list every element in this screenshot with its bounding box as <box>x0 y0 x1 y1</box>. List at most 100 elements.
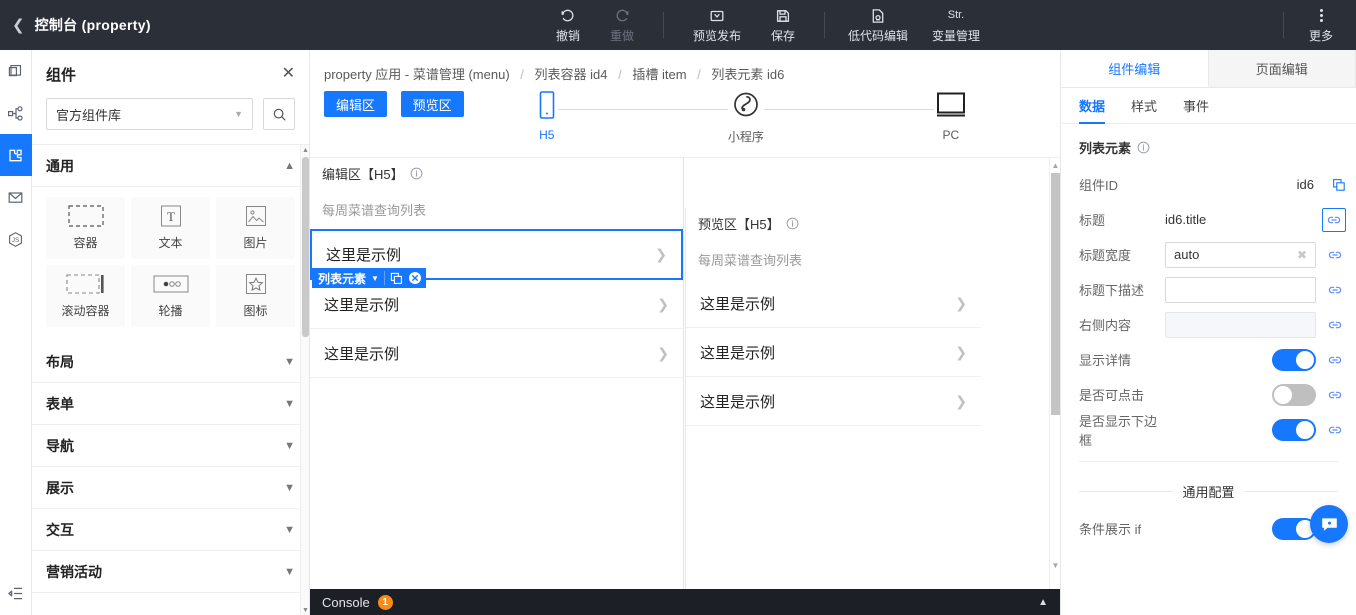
chevron-down-icon[interactable]: ▼ <box>371 274 379 283</box>
tab-page-edit[interactable]: 页面编辑 <box>1208 50 1356 87</box>
variable-manage-button[interactable]: Str. 变量管理 <box>917 2 995 48</box>
undo-button[interactable]: 撤销 <box>541 2 595 48</box>
component-tile-image[interactable]: 图片 <box>216 197 295 259</box>
redo-button[interactable]: 重做 <box>595 2 649 48</box>
component-tile-container[interactable]: 容器 <box>46 197 125 259</box>
toolbar-divider-1 <box>663 12 664 38</box>
info-icon[interactable] <box>1137 141 1150 154</box>
device-h5[interactable]: H5 <box>536 91 558 142</box>
subtab-data[interactable]: 数据 <box>1079 88 1106 124</box>
info-icon[interactable] <box>786 217 799 230</box>
device-pc[interactable]: PC <box>934 91 968 142</box>
link-icon[interactable] <box>1324 419 1346 441</box>
rail-item-js[interactable]: JS <box>0 218 32 260</box>
show-detail-toggle[interactable] <box>1272 348 1316 371</box>
toggle-knob <box>1274 385 1292 404</box>
field-title-width: 标题宽度 auto ✖ <box>1061 237 1356 272</box>
group-header-general[interactable]: 通用 ▲ <box>32 145 309 187</box>
group-header-marketing[interactable]: 营销活动 ▼ <box>32 551 309 593</box>
chevron-up-icon[interactable]: ▲ <box>1038 597 1048 608</box>
group-header-nav[interactable]: 导航 ▼ <box>32 425 309 467</box>
chat-support-button[interactable] <box>1310 505 1348 543</box>
clear-icon[interactable]: ✖ <box>1297 248 1307 262</box>
list-item[interactable]: 这里是示例 ❯ <box>686 377 981 426</box>
device-connector-line <box>763 109 934 110</box>
monitor-icon <box>934 91 968 123</box>
list-item[interactable]: 这里是示例 ❯ <box>686 279 981 328</box>
lowcode-edit-button[interactable]: 低代码编辑 <box>839 2 917 48</box>
rail-item-tree[interactable] <box>0 92 32 134</box>
copy-icon[interactable] <box>1332 178 1346 192</box>
preview-area-button[interactable]: 预览区 <box>400 91 464 117</box>
title-description-input[interactable] <box>1165 276 1316 303</box>
library-select[interactable]: 官方组件库 ▼ <box>46 98 253 130</box>
group-header-display[interactable]: 展示 ▼ <box>32 467 309 509</box>
copy-icon[interactable] <box>390 272 403 285</box>
list-item[interactable]: 这里是示例 ❯ <box>310 329 683 378</box>
search-icon <box>272 107 287 122</box>
group-header-interaction[interactable]: 交互 ▼ <box>32 509 309 551</box>
component-tile-text[interactable]: T 文本 <box>131 197 210 259</box>
edit-pane-header: 编辑区【H5】 <box>310 158 683 188</box>
component-tile-carousel[interactable]: 轮播 <box>131 265 210 327</box>
close-icon[interactable]: ✕ <box>282 66 295 82</box>
link-icon[interactable] <box>1324 384 1346 406</box>
rail-item-pages[interactable] <box>0 50 32 92</box>
show-bottom-border-toggle[interactable] <box>1272 418 1316 441</box>
components-panel-scrollbar[interactable]: ▲ ▼ <box>300 145 309 615</box>
more-button[interactable]: 更多 <box>1294 2 1348 48</box>
components-icon <box>7 147 24 164</box>
console-bar[interactable]: Console 1 ▲ <box>310 589 1060 615</box>
area-buttons: 编辑区 预览区 <box>324 91 464 117</box>
chevron-down-icon: ▼ <box>284 481 295 494</box>
scroll-down-icon[interactable]: ▼ <box>301 605 309 615</box>
link-icon[interactable] <box>1324 279 1346 301</box>
selection-divider <box>383 271 385 285</box>
link-icon[interactable] <box>1324 314 1346 336</box>
chevron-down-icon: ▼ <box>284 397 295 410</box>
breadcrumb-item-slot[interactable]: 插槽 item <box>632 67 686 82</box>
link-icon[interactable] <box>1322 207 1346 232</box>
delete-circle-icon[interactable] <box>408 271 422 285</box>
component-tile-scroll-container[interactable]: 滚动容器 <box>46 265 125 327</box>
rail-item-assets[interactable] <box>0 176 32 218</box>
clickable-toggle[interactable] <box>1272 383 1316 406</box>
canvas-vertical-scrollbar[interactable]: ▲ ▼ <box>1049 158 1060 595</box>
edit-phone-canvas: 每周菜谱查询列表 这里是示例 ❯ 这里是示例 ❯ 这里是示例 ❯ <box>310 188 683 595</box>
breadcrumb-item-container[interactable]: 列表容器 id4 <box>535 67 608 82</box>
save-button[interactable]: 保存 <box>756 2 810 48</box>
component-tile-label: 容器 <box>73 236 98 250</box>
component-tile-icon[interactable]: 图标 <box>216 265 295 327</box>
title-width-input[interactable]: auto ✖ <box>1165 241 1316 268</box>
edit-area-button[interactable]: 编辑区 <box>324 91 388 117</box>
group-label: 导航 <box>46 437 74 454</box>
tab-component-edit[interactable]: 组件编辑 <box>1061 50 1209 87</box>
rail-collapse-button[interactable] <box>0 571 32 615</box>
link-icon[interactable] <box>1324 349 1346 371</box>
breadcrumb-item-element[interactable]: 列表元素 id6 <box>711 67 784 82</box>
chevron-left-icon[interactable]: ❮ <box>12 16 25 34</box>
info-icon[interactable] <box>410 167 423 180</box>
preview-publish-button[interactable]: 预览发布 <box>678 2 756 48</box>
device-miniprogram[interactable]: 小程序 <box>728 91 764 145</box>
link-icon[interactable] <box>1324 244 1346 266</box>
edit-pane-title: 编辑区【H5】 <box>322 166 404 182</box>
group-header-form[interactable]: 表单 ▼ <box>32 383 309 425</box>
rail-item-components[interactable] <box>0 134 32 176</box>
star-icon <box>244 273 268 295</box>
scroll-up-icon[interactable]: ▲ <box>301 145 309 155</box>
back-area[interactable]: ❮ 控制台 (property) <box>0 15 300 35</box>
scrollbar-thumb[interactable] <box>302 157 309 337</box>
component-tile-label: 文本 <box>158 236 183 250</box>
search-button[interactable] <box>263 98 295 130</box>
undo-label: 撤销 <box>555 28 580 43</box>
group-label: 表单 <box>46 395 74 412</box>
breadcrumb-item-app[interactable]: property 应用 - 菜谱管理 (menu) <box>324 67 510 82</box>
subtab-style[interactable]: 样式 <box>1131 88 1157 124</box>
subtab-events[interactable]: 事件 <box>1183 88 1209 124</box>
group-header-layout[interactable]: 布局 ▼ <box>32 341 309 383</box>
right-content-input[interactable] <box>1165 311 1316 338</box>
group-label: 展示 <box>46 479 74 496</box>
scrollbar-thumb[interactable] <box>1051 173 1060 415</box>
list-item[interactable]: 这里是示例 ❯ <box>686 328 981 377</box>
